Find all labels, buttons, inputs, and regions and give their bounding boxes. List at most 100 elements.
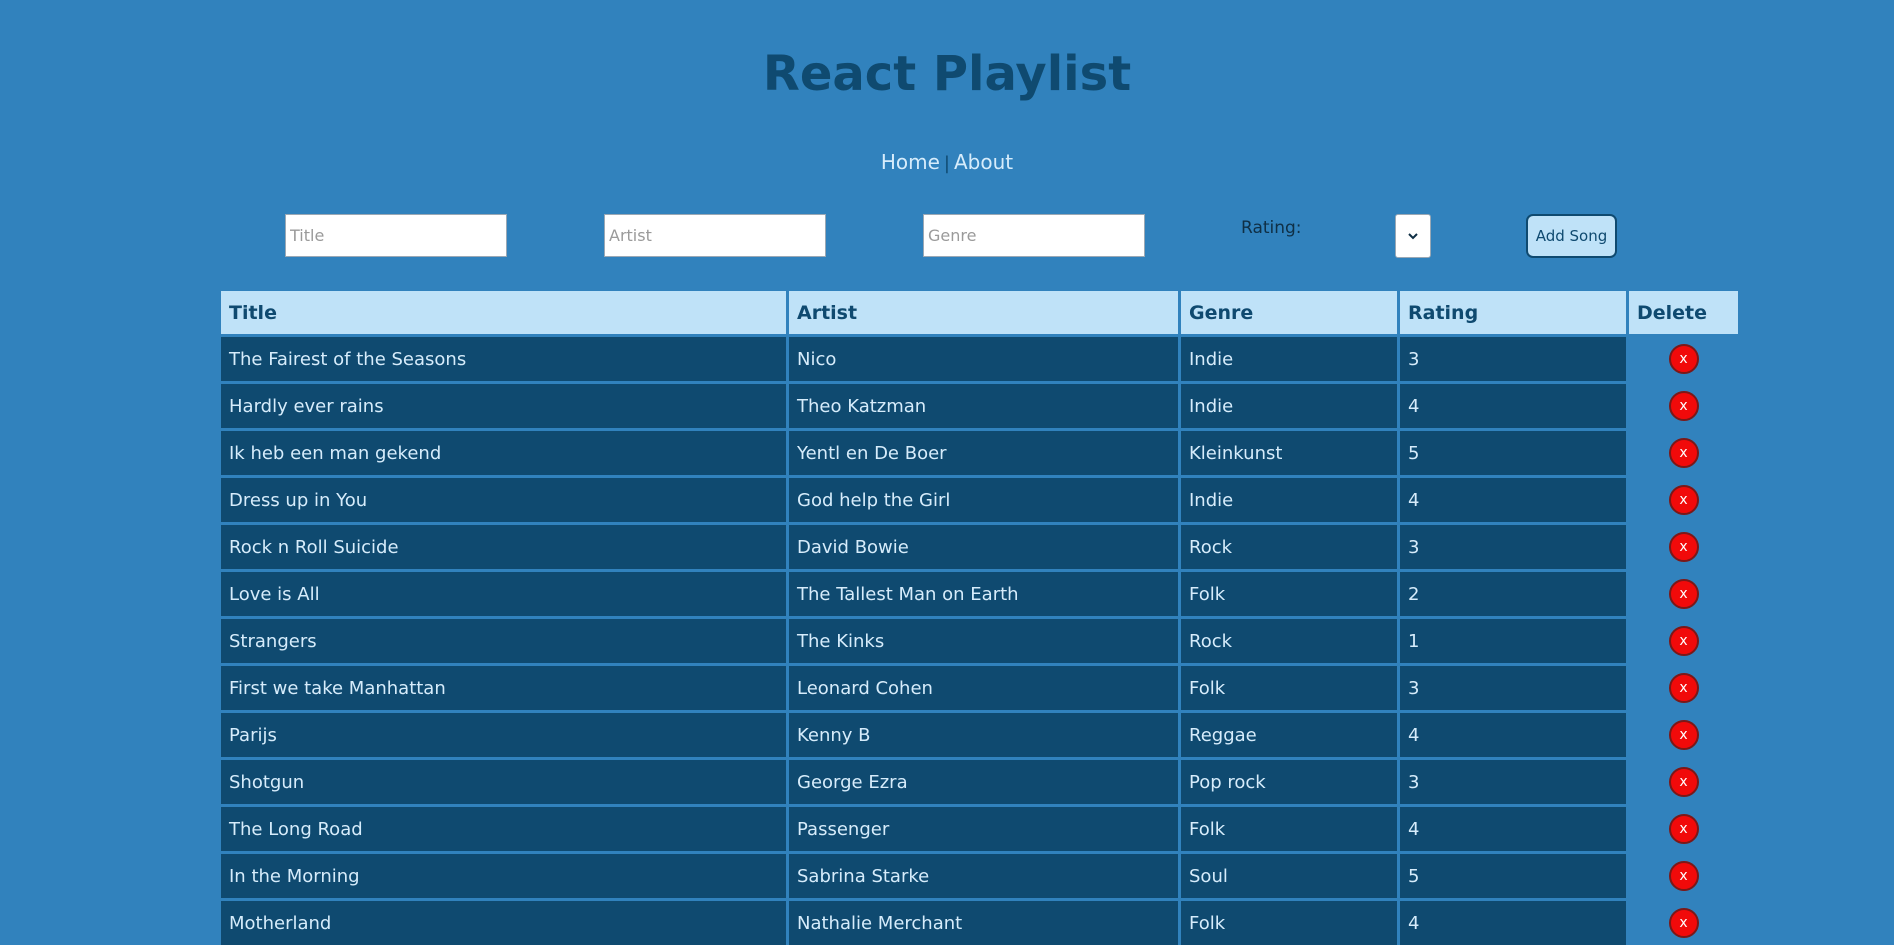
song-artist: Leonard Cohen: [786, 663, 1181, 713]
song-artist: George Ezra: [786, 757, 1181, 807]
delete-cell: x: [1626, 898, 1741, 945]
song-artist: Theo Katzman: [786, 381, 1181, 431]
song-genre: Indie: [1178, 334, 1400, 384]
delete-button[interactable]: x: [1668, 861, 1699, 891]
table-row: Rock n Roll Suicide David Bowie Rock 3 x: [218, 522, 1741, 572]
song-rating: 5: [1397, 851, 1629, 901]
song-rating: 5: [1397, 428, 1629, 478]
delete-button[interactable]: x: [1668, 908, 1699, 938]
column-header-rating: Rating: [1397, 288, 1629, 337]
delete-cell: x: [1626, 663, 1741, 713]
song-rating: 1: [1397, 616, 1629, 666]
table-header-row: Title Artist Genre Rating Delete: [218, 288, 1741, 337]
song-title: The Long Road: [218, 804, 789, 854]
song-artist: The Tallest Man on Earth: [786, 569, 1181, 619]
playlist-table: Title Artist Genre Rating Delete The Fai…: [218, 288, 1741, 945]
song-title: Strangers: [218, 616, 789, 666]
playlist-body: The Fairest of the Seasons Nico Indie 3 …: [218, 334, 1741, 945]
add-song-button[interactable]: Add Song: [1526, 214, 1617, 258]
delete-cell: x: [1626, 757, 1741, 807]
delete-button[interactable]: x: [1668, 673, 1699, 703]
add-song-form: Rating: Add Song: [0, 0, 1894, 280]
song-rating: 3: [1397, 663, 1629, 713]
table-row: Dress up in You God help the Girl Indie …: [218, 475, 1741, 525]
delete-button[interactable]: x: [1668, 485, 1699, 515]
delete-button[interactable]: x: [1668, 391, 1699, 421]
column-header-title: Title: [218, 288, 789, 337]
song-genre: Kleinkunst: [1178, 428, 1400, 478]
delete-button[interactable]: x: [1668, 814, 1699, 844]
column-header-delete: Delete: [1626, 288, 1741, 337]
page: React Playlist Home|About Rating: Add So…: [0, 0, 1894, 945]
song-genre: Soul: [1178, 851, 1400, 901]
song-genre: Folk: [1178, 804, 1400, 854]
song-artist: David Bowie: [786, 522, 1181, 572]
song-title: Motherland: [218, 898, 789, 945]
song-rating: 2: [1397, 569, 1629, 619]
delete-button[interactable]: x: [1668, 344, 1699, 374]
song-title: Ik heb een man gekend: [218, 428, 789, 478]
song-rating: 3: [1397, 522, 1629, 572]
table-row: The Long Road Passenger Folk 4 x: [218, 804, 1741, 854]
song-rating: 4: [1397, 710, 1629, 760]
genre-input[interactable]: [923, 214, 1145, 257]
song-title: Dress up in You: [218, 475, 789, 525]
delete-cell: x: [1626, 569, 1741, 619]
table-row: The Fairest of the Seasons Nico Indie 3 …: [218, 334, 1741, 384]
song-rating: 3: [1397, 757, 1629, 807]
song-genre: Indie: [1178, 381, 1400, 431]
song-genre: Pop rock: [1178, 757, 1400, 807]
song-rating: 4: [1397, 475, 1629, 525]
delete-cell: x: [1626, 428, 1741, 478]
song-title: Shotgun: [218, 757, 789, 807]
song-genre: Folk: [1178, 569, 1400, 619]
table-row: Shotgun George Ezra Pop rock 3 x: [218, 757, 1741, 807]
song-title: First we take Manhattan: [218, 663, 789, 713]
table-row: Parijs Kenny B Reggae 4 x: [218, 710, 1741, 760]
delete-cell: x: [1626, 851, 1741, 901]
delete-cell: x: [1626, 616, 1741, 666]
delete-button[interactable]: x: [1668, 767, 1699, 797]
song-rating: 4: [1397, 804, 1629, 854]
delete-button[interactable]: x: [1668, 438, 1699, 468]
artist-input[interactable]: [604, 214, 826, 257]
song-genre: Rock: [1178, 616, 1400, 666]
column-header-artist: Artist: [786, 288, 1181, 337]
rating-label: Rating:: [1241, 218, 1302, 238]
song-artist: Yentl en De Boer: [786, 428, 1181, 478]
song-artist: Nico: [786, 334, 1181, 384]
table-row: Strangers The Kinks Rock 1 x: [218, 616, 1741, 666]
delete-cell: x: [1626, 475, 1741, 525]
song-title: Hardly ever rains: [218, 381, 789, 431]
song-genre: Rock: [1178, 522, 1400, 572]
song-rating: 4: [1397, 381, 1629, 431]
delete-cell: x: [1626, 710, 1741, 760]
title-input[interactable]: [285, 214, 507, 257]
song-rating: 4: [1397, 898, 1629, 945]
song-artist: Passenger: [786, 804, 1181, 854]
delete-button[interactable]: x: [1668, 720, 1699, 750]
table-row: In the Morning Sabrina Starke Soul 5 x: [218, 851, 1741, 901]
song-title: Parijs: [218, 710, 789, 760]
delete-cell: x: [1626, 381, 1741, 431]
table-row: Love is All The Tallest Man on Earth Fol…: [218, 569, 1741, 619]
delete-cell: x: [1626, 522, 1741, 572]
table-row: Ik heb een man gekend Yentl en De Boer K…: [218, 428, 1741, 478]
table-row: Motherland Nathalie Merchant Folk 4 x: [218, 898, 1741, 945]
column-header-genre: Genre: [1178, 288, 1400, 337]
song-artist: God help the Girl: [786, 475, 1181, 525]
delete-button[interactable]: x: [1668, 532, 1699, 562]
song-artist: Nathalie Merchant: [786, 898, 1181, 945]
song-title: Love is All: [218, 569, 789, 619]
song-genre: Folk: [1178, 898, 1400, 945]
song-artist: Kenny B: [786, 710, 1181, 760]
delete-cell: x: [1626, 804, 1741, 854]
table-row: Hardly ever rains Theo Katzman Indie 4 x: [218, 381, 1741, 431]
song-genre: Indie: [1178, 475, 1400, 525]
rating-select[interactable]: [1395, 214, 1431, 258]
table-row: First we take Manhattan Leonard Cohen Fo…: [218, 663, 1741, 713]
delete-button[interactable]: x: [1668, 626, 1699, 656]
delete-button[interactable]: x: [1668, 579, 1699, 609]
chevron-down-icon: [1408, 233, 1418, 240]
song-rating: 3: [1397, 334, 1629, 384]
